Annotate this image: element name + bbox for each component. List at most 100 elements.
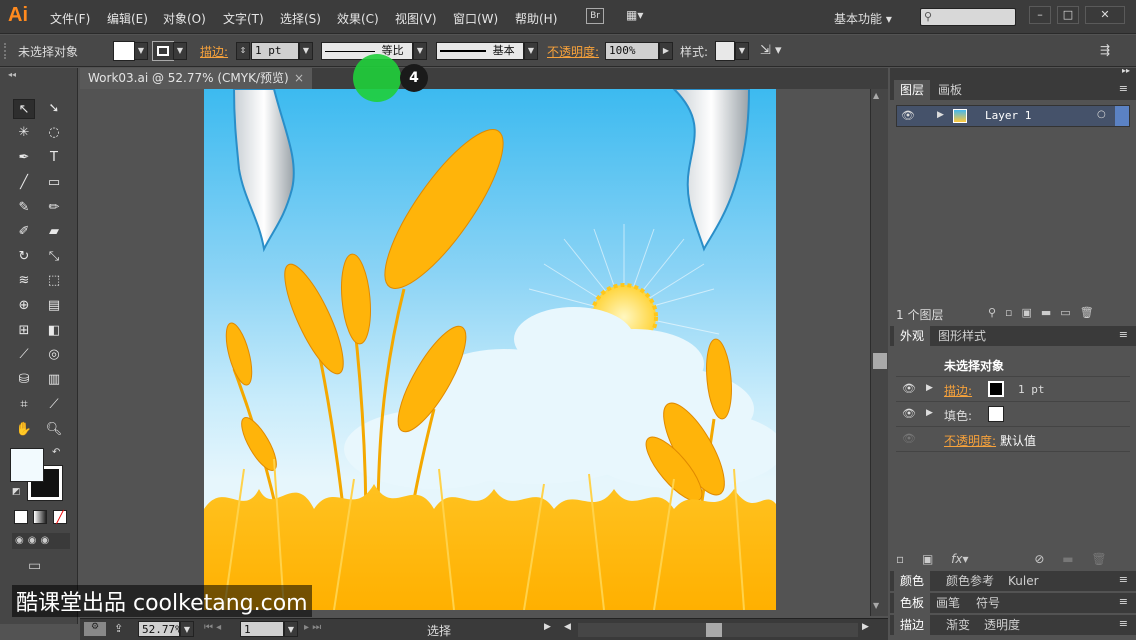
stroke-weight-input[interactable]: 1 pt [251, 42, 299, 60]
tab-graphic-styles[interactable]: 图形样式 [932, 326, 992, 346]
tab-stroke[interactable]: 描边 [894, 615, 931, 635]
color-mode-icon[interactable] [14, 510, 28, 524]
tab-color-guide[interactable]: 颜色参考 [940, 571, 1000, 591]
grip-handle[interactable] [4, 43, 8, 59]
artboard-tool-icon[interactable]: ⌗ [13, 395, 35, 415]
pencil-icon[interactable]: ✏ [43, 198, 65, 218]
search-input[interactable]: ⚲ [920, 8, 1016, 26]
layers-menu-icon[interactable]: ≡ [1119, 82, 1128, 95]
stroke-visibility-icon[interactable]: 👁︎ [902, 382, 916, 395]
appearance-menu-icon[interactable]: ≡ [1119, 328, 1128, 341]
magic-wand-icon[interactable]: ✳ [13, 123, 35, 143]
tab-appearance[interactable]: 外观 [894, 326, 931, 346]
menu-view[interactable]: 视图(V) [395, 10, 437, 27]
zoom-tool-icon[interactable]: 🔍︎ [43, 420, 65, 440]
zoom-input[interactable]: 52.77% [138, 621, 182, 637]
line-tool-icon[interactable]: ╱ [13, 173, 35, 193]
stroke-weight-stepper[interactable]: ⇕ [236, 42, 250, 60]
tab-layers[interactable]: 图层 [894, 80, 931, 100]
menu-edit[interactable]: 编辑(E) [107, 10, 148, 27]
stroke-menu-icon[interactable]: ≡ [1119, 617, 1128, 630]
warp-tool-icon[interactable]: ≋ [13, 271, 35, 291]
close-tab-icon[interactable]: × [294, 68, 304, 89]
opacity-dropdown[interactable]: ▶ [659, 42, 673, 60]
stroke-label[interactable]: 描边: [200, 43, 228, 60]
page-dropdown[interactable]: ▼ [284, 621, 298, 637]
isolate-icon[interactable]: ⇲ ▾ [760, 43, 782, 58]
fill-visibility-icon[interactable]: 👁︎ [902, 407, 916, 420]
status-menu-icon[interactable]: ▶ [544, 622, 551, 632]
scroll-right-icon[interactable]: ▶ [862, 622, 869, 632]
eraser-icon[interactable]: ▰ [43, 222, 65, 242]
fill-dropdown[interactable]: ▼ [134, 42, 148, 60]
clear-appearance-icon[interactable]: ⊘ [1034, 552, 1044, 566]
bridge-button[interactable]: Br [586, 8, 604, 24]
duplicate-item-icon[interactable]: ▬ [1062, 552, 1073, 566]
tab-swatches[interactable]: 色板 [894, 593, 931, 613]
page-input[interactable]: 1 [240, 621, 284, 637]
scale-tool-icon[interactable]: ⤡ [43, 247, 65, 267]
target-circle-icon[interactable]: ○ [1097, 109, 1106, 120]
scroll-up-icon[interactable]: ▲ [873, 91, 879, 100]
appearance-fill-swatch[interactable] [988, 406, 1004, 422]
brush-dropdown[interactable]: ▼ [524, 42, 538, 60]
fill-color-box-front[interactable] [10, 448, 44, 482]
lasso-icon[interactable]: ◌ [43, 123, 65, 143]
tab-color[interactable]: 颜色 [894, 571, 931, 591]
maximize-button[interactable]: □ [1057, 6, 1079, 24]
menu-object[interactable]: 对象(O) [163, 10, 206, 27]
graphic-style-swatch[interactable] [715, 41, 735, 61]
layer-name[interactable]: Layer 1 [985, 109, 1031, 122]
scroll-left-icon[interactable]: ◀ [564, 622, 571, 632]
horizontal-scrollbar[interactable] [578, 623, 858, 637]
collapse-dock-icon[interactable]: ▸▸ [1122, 66, 1130, 75]
tab-gradient[interactable]: 渐变 [940, 615, 976, 635]
swatches-menu-icon[interactable]: ≡ [1119, 595, 1128, 608]
blend-tool-icon[interactable]: ◎ [43, 345, 65, 365]
blob-brush-icon[interactable]: ✐ [13, 222, 35, 242]
type-tool-icon[interactable]: T [43, 148, 65, 168]
fx-icon[interactable]: fx▾ [951, 552, 968, 566]
menu-help[interactable]: 帮助(H) [515, 10, 557, 27]
color-menu-icon[interactable]: ≡ [1119, 573, 1128, 586]
artboard[interactable] [204, 89, 776, 610]
tab-brushes[interactable]: 画笔 [930, 593, 966, 613]
stroke-dropdown[interactable]: ▼ [173, 42, 187, 60]
next-page-icon[interactable]: ▸ ⏭ [304, 622, 321, 633]
mesh-tool-icon[interactable]: ⊞ [13, 321, 35, 341]
collapse-icon[interactable]: ◂◂ [8, 70, 16, 79]
slice-tool-icon[interactable]: ⟋ [43, 395, 65, 415]
expand-stroke-icon[interactable]: ▶ [926, 383, 933, 393]
layer-row[interactable]: 👁︎ ▶ Layer 1 ○ [896, 105, 1130, 127]
expand-fill-icon[interactable]: ▶ [926, 408, 933, 418]
selection-tool-icon[interactable]: ↖ [13, 99, 35, 119]
none-mode-icon[interactable]: ╱ [53, 510, 67, 524]
direct-selection-tool-icon[interactable]: ➘ [43, 99, 65, 119]
first-page-icon[interactable]: ⏮ ◂ [204, 622, 221, 633]
add-fill-icon[interactable]: ▣ [922, 552, 933, 566]
fill-swatch[interactable] [113, 41, 135, 61]
arrange-documents-button[interactable]: ▦▾ [626, 8, 654, 24]
hand-tool-icon[interactable]: ✋ [13, 420, 35, 440]
stroke-weight-dropdown[interactable]: ▼ [299, 42, 313, 60]
visibility-eye-icon[interactable]: 👁︎ [901, 109, 915, 122]
style-dropdown[interactable]: ▼ [735, 42, 749, 60]
panel-menu-icon[interactable]: ⇶ [1100, 43, 1110, 57]
appearance-opacity-row[interactable]: 👁︎ 不透明度: 默认值 [896, 427, 1130, 452]
appearance-opacity-label[interactable]: 不透明度: [944, 432, 996, 449]
scroll-down-icon[interactable]: ▼ [873, 601, 879, 610]
expand-layer-icon[interactable]: ▶ [937, 110, 944, 120]
tab-kuler[interactable]: Kuler [1002, 571, 1045, 591]
rotate-tool-icon[interactable]: ↻ [13, 247, 35, 267]
stroke-swatch[interactable] [152, 41, 174, 61]
rectangle-tool-icon[interactable]: ▭ [43, 173, 65, 193]
tab-symbols[interactable]: 符号 [970, 593, 1006, 613]
gradient-mode-icon[interactable] [33, 510, 47, 524]
appearance-fill-row[interactable]: 👁︎ ▶ 填色: [896, 402, 1130, 427]
scroll-thumb[interactable] [873, 353, 887, 369]
workspace-switcher[interactable]: 基本功能 ▾ [834, 10, 892, 27]
vertical-scrollbar[interactable]: ▲ ▼ [870, 89, 888, 616]
zoom-dropdown[interactable]: ▼ [180, 621, 194, 637]
menu-file[interactable]: 文件(F) [50, 10, 90, 27]
menu-window[interactable]: 窗口(W) [453, 10, 498, 27]
